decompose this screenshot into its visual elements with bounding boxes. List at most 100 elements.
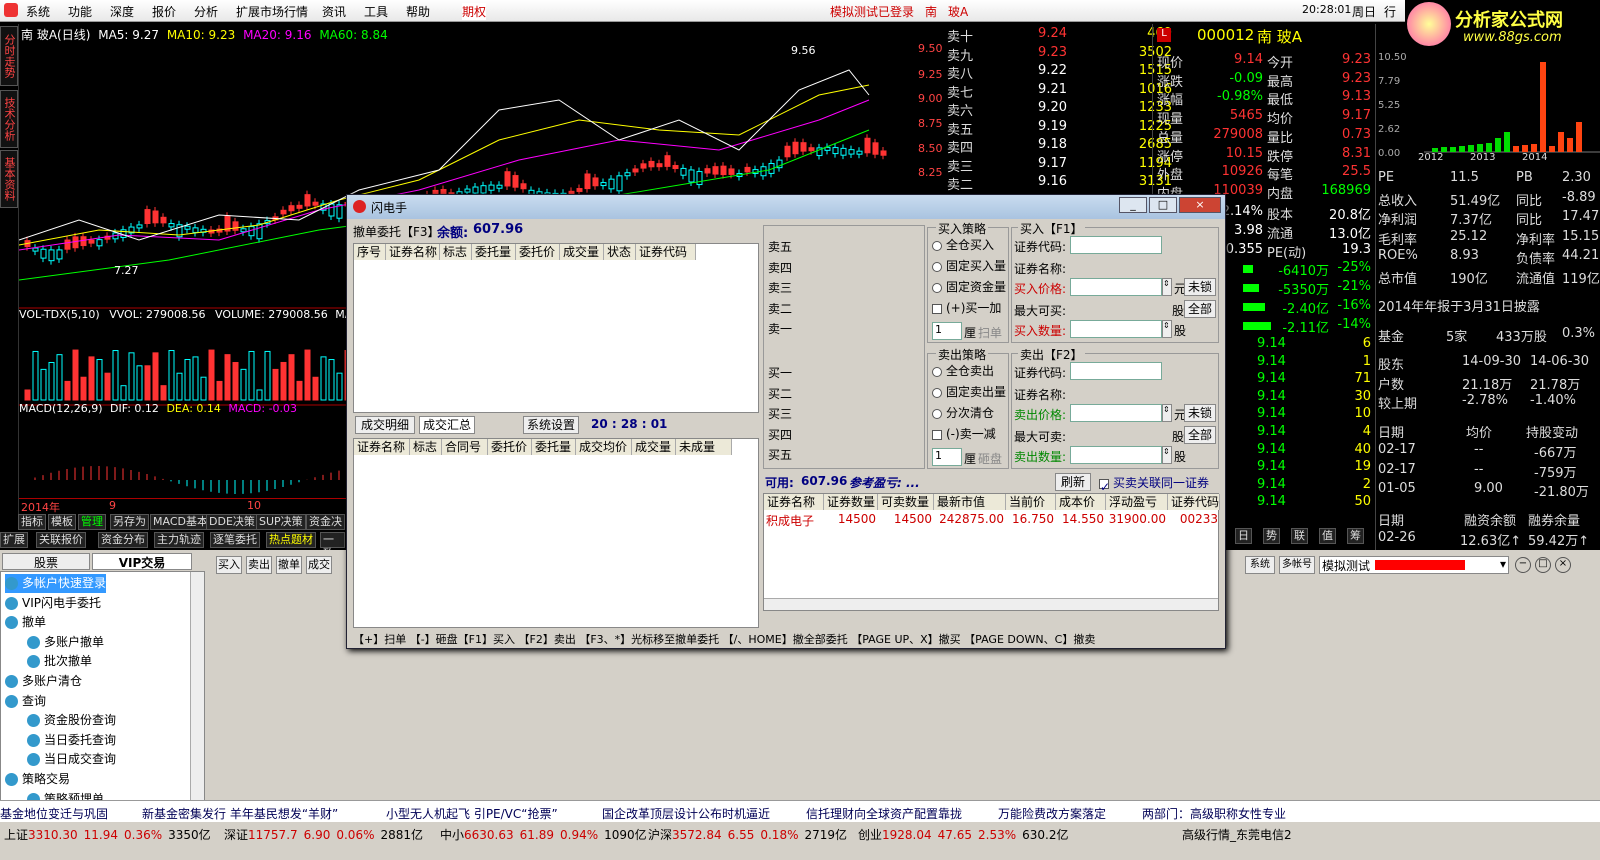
column-header[interactable]: 未成量 <box>676 439 732 455</box>
column-header[interactable]: 委托价 <box>488 439 532 455</box>
column-header[interactable]: 成本价 <box>1056 494 1106 510</box>
tab-capital[interactable]: 资金分布 <box>98 532 148 548</box>
strategy-option[interactable]: 固定资金量 <box>932 278 1006 295</box>
holding-cell[interactable]: 242875.00 <box>934 512 1006 528</box>
strategy-action[interactable]: 扫单 <box>978 324 1002 341</box>
close-icon[interactable]: × <box>1555 557 1571 573</box>
strategy-option[interactable]: (-)卖一减 <box>932 425 996 442</box>
tab-template[interactable]: 模板 <box>48 514 76 530</box>
book-row[interactable]: 卖六 9.20 1233 <box>947 100 1177 119</box>
tab-fund[interactable]: 资金决 <box>306 514 345 530</box>
tick-input[interactable]: 1 <box>932 322 962 340</box>
tab-trade-detail[interactable]: 成交明细 <box>355 416 415 434</box>
buy-button[interactable]: 买入 <box>216 556 242 574</box>
radio-icon[interactable] <box>932 408 942 419</box>
book-row[interactable]: 卖五 9.19 1225 <box>947 119 1177 138</box>
h-scrollbar[interactable] <box>764 598 1218 610</box>
menu-right-tab[interactable]: 行 <box>1384 3 1396 20</box>
strategy-option[interactable]: 固定卖出量 <box>932 383 1006 400</box>
buy-price-input[interactable] <box>1070 278 1162 296</box>
quote-tab[interactable]: 筹 <box>1347 528 1364 544</box>
news-item[interactable]: 小型无人机起飞 引PE/VC“抢票” <box>386 805 558 822</box>
buy-code-input[interactable] <box>1070 236 1162 254</box>
tab-fundamental[interactable]: 基本资料 <box>0 150 18 208</box>
buy-qty-input[interactable] <box>1070 320 1162 338</box>
tab-dde[interactable]: DDE决策 <box>206 514 258 530</box>
holding-cell[interactable]: 14500 <box>878 512 934 528</box>
book-row[interactable]: 卖八 9.22 1515 <box>947 63 1177 82</box>
dialog-close-icon[interactable]: × <box>1179 197 1221 213</box>
column-header[interactable]: 序号 <box>354 244 386 260</box>
column-header[interactable]: 成交量 <box>560 244 604 260</box>
cancel-button[interactable]: 撤单 <box>276 556 302 574</box>
dialog-titlebar[interactable]: 闪电手 _ □ × <box>347 195 1225 219</box>
radio-icon[interactable] <box>932 240 942 251</box>
news-item[interactable]: 万能险费改方案落定 <box>998 805 1106 822</box>
book-row[interactable]: 卖四 9.18 2685 <box>947 137 1177 156</box>
tab-vip[interactable]: VIP交易 <box>92 553 192 570</box>
restore-icon[interactable]: □ <box>1535 557 1551 573</box>
index-quote[interactable]: 深证11757.7 6.90 0.06% 2881亿 <box>224 826 423 843</box>
column-header[interactable]: 标志 <box>440 244 472 260</box>
tab-indicator[interactable]: 指标 <box>18 514 46 530</box>
news-item[interactable]: 基金地位变迁与巩固 <box>0 805 108 822</box>
spin-icon[interactable]: ⇕ <box>1162 404 1172 422</box>
tree-scrollbar[interactable] <box>190 572 204 800</box>
menu-depth[interactable]: 深度 <box>110 3 134 20</box>
tree-item[interactable]: 多帐户快速登录 <box>5 574 107 593</box>
strategy-option[interactable]: 全仓卖出 <box>932 362 994 379</box>
tree-item[interactable]: 批次撤单 <box>27 652 92 671</box>
sell-unlock-button[interactable]: 未锁 <box>1184 404 1216 422</box>
quote-tab[interactable]: 联 <box>1291 528 1308 544</box>
tab-sup[interactable]: SUP决策 <box>256 514 306 530</box>
buy-unlock-button[interactable]: 未锁 <box>1184 278 1216 296</box>
news-item[interactable]: 国企改革顶层设计公布时机逼近 <box>602 805 770 822</box>
column-header[interactable]: 状态 <box>604 244 636 260</box>
column-header[interactable]: 最新市值 <box>934 494 1006 510</box>
tab-stock[interactable]: 股票 <box>2 553 90 570</box>
tab-trade-summary[interactable]: 成交汇总 <box>419 416 475 434</box>
check-icon[interactable]: ✓ <box>1099 478 1110 494</box>
sell-qty-input[interactable] <box>1070 446 1162 464</box>
strategy-action[interactable]: 砸盘 <box>978 450 1002 467</box>
news-item[interactable]: 新基金密集发行 羊年基民想发“羊财” <box>142 805 338 822</box>
book-row[interactable]: 卖三 9.17 1194 <box>947 156 1177 175</box>
chevron-down-icon[interactable]: ▾ <box>1500 557 1506 571</box>
column-header[interactable]: 证券代码 <box>636 244 696 260</box>
tab-tickorder[interactable]: 逐笔委托 <box>210 532 260 548</box>
spin-icon[interactable]: ⇕ <box>1162 446 1172 464</box>
tab-technical[interactable]: 技术分析 <box>0 90 18 148</box>
system-button[interactable]: 系统 <box>1245 556 1275 574</box>
menu-analysis[interactable]: 分析 <box>194 3 218 20</box>
buy-all-button[interactable]: 全部 <box>1184 300 1216 318</box>
book-row[interactable]: 卖七 9.21 1016 <box>947 82 1177 101</box>
quote-tab[interactable]: 值 <box>1319 528 1336 544</box>
column-header[interactable]: 证券代码 <box>1168 494 1220 510</box>
tree-item[interactable]: VIP闪电手委托 <box>5 594 101 613</box>
sell-code-input[interactable] <box>1070 362 1162 380</box>
dialog-maximize-icon[interactable]: □ <box>1149 197 1177 213</box>
tree-item[interactable]: 策略交易 <box>5 770 70 789</box>
dialog-minimize-icon[interactable]: _ <box>1119 197 1147 213</box>
tree-item[interactable]: 多账户清仓 <box>5 672 82 691</box>
tab-intraday[interactable]: 分时走势 <box>0 26 18 86</box>
strategy-option[interactable]: 固定买入量 <box>932 257 1006 274</box>
book-row[interactable]: 卖九 9.23 3502 <box>947 45 1177 64</box>
strategy-option[interactable]: (+)买一加 <box>932 299 1001 316</box>
menu-function[interactable]: 功能 <box>68 3 92 20</box>
column-header[interactable]: 成交均价 <box>576 439 632 455</box>
holding-cell[interactable]: 积成电子 <box>764 512 824 528</box>
column-header[interactable]: 成交量 <box>632 439 676 455</box>
tree-item[interactable]: 当日成交查询 <box>27 750 116 769</box>
spin-icon[interactable]: ⇕ <box>1162 278 1172 296</box>
radio-icon[interactable] <box>932 261 942 272</box>
holding-cell[interactable]: 31900.00 <box>1106 512 1168 528</box>
menu-system[interactable]: 系统 <box>26 3 50 20</box>
news-item[interactable]: 两部门：高级职称女性专业 <box>1142 805 1286 822</box>
minimize-icon[interactable]: − <box>1515 557 1531 573</box>
column-header[interactable]: 委托价 <box>516 244 560 260</box>
order-list[interactable]: 序号 证券名称 标志 委托量 委托价 成交量 状态 证券代码 <box>353 243 759 413</box>
holding-cell[interactable]: 14.550 <box>1056 512 1106 528</box>
link-checkbox[interactable]: ✓ 买卖关联同一证券 <box>1099 474 1209 494</box>
menu-options[interactable]: 期权 <box>462 3 487 20</box>
